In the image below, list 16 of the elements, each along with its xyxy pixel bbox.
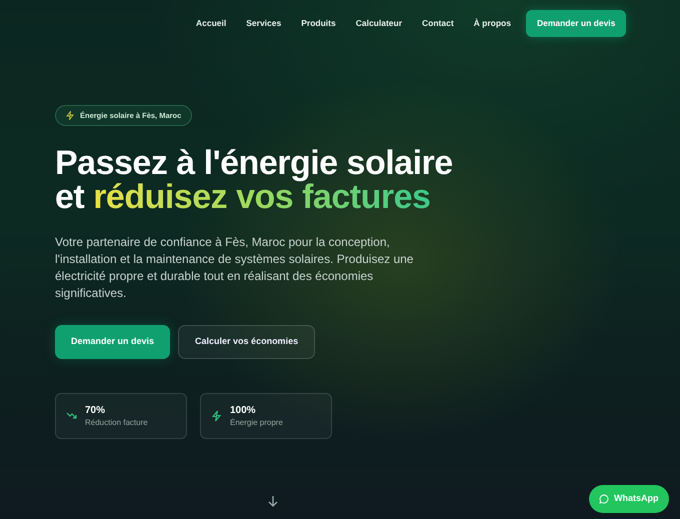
nav-link[interactable]: Contact bbox=[412, 13, 464, 34]
scroll-down-arrow-icon[interactable] bbox=[268, 495, 278, 507]
nav-link[interactable]: Calculateur bbox=[346, 13, 412, 34]
nav-link[interactable]: Accueil bbox=[186, 13, 236, 34]
lightning-icon bbox=[211, 410, 222, 422]
nav-link[interactable]: Services bbox=[236, 13, 292, 34]
nav-link[interactable]: À propos bbox=[464, 13, 521, 34]
stat-label: Énergie propre bbox=[230, 416, 283, 428]
stat-label: Réduction facture bbox=[85, 416, 148, 428]
chat-bubble-icon bbox=[599, 494, 609, 504]
calculate-button[interactable]: Calculer vos économies bbox=[178, 325, 316, 359]
hero-headline: Passez à l'énergie solaire et réduisez vos factures bbox=[55, 146, 454, 214]
stat-value: 70% bbox=[85, 404, 106, 416]
stat-value: 100% bbox=[230, 404, 257, 416]
hero-description: Votre partenaire de confiance à Fès, Maroc pour la conception, l'installation et la maintenance de systèmes solaires. Produisez une électricité propre et durable tout en réalisant des économies significatives. bbox=[55, 234, 414, 302]
nav-link[interactable]: Produits bbox=[291, 13, 346, 34]
